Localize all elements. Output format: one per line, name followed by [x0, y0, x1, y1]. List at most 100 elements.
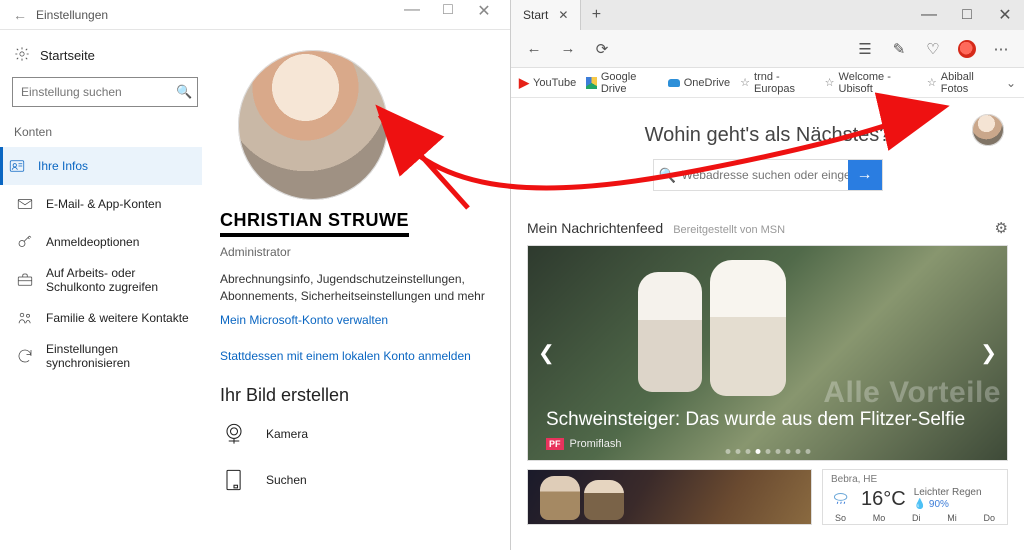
settings-window: ← Einstellungen ― □ ✕ Startseite 🔍 Konte… — [0, 0, 511, 550]
nav-arbeits-schulkonto[interactable]: Auf Arbeits- oder Schulkonto zugreifen — [8, 261, 202, 299]
weather-temp: 16°C — [861, 488, 906, 511]
fav-onedrive[interactable]: OneDrive — [668, 77, 730, 89]
nav-familie-kontakte[interactable]: Familie & weitere Kontakte — [8, 299, 202, 337]
maximize-icon[interactable]: □ — [948, 0, 986, 30]
nav-label: Ihre Infos — [38, 159, 88, 173]
hero-headline: Schweinsteiger: Das wurde aus dem Flitze… — [546, 408, 989, 432]
new-tab-button[interactable]: + — [581, 0, 611, 30]
gear-icon — [14, 46, 30, 65]
drive-icon — [586, 77, 597, 89]
weather-location: Bebra, HE — [831, 474, 999, 485]
star-icon: ☆ — [927, 76, 937, 89]
nav-label: Einstellungen synchronisieren — [46, 342, 194, 370]
feed-subtitle: Bereitgestellt von MSN — [673, 224, 785, 236]
nav-label: Familie & weitere Kontakte — [46, 311, 189, 325]
carousel-next-icon[interactable]: ❯ — [980, 341, 997, 366]
avatar — [238, 50, 388, 200]
omnibox-input[interactable] — [682, 160, 848, 190]
star-icon: ☆ — [825, 76, 835, 89]
edge-toolbar: ← → ⟳ ☰ ✎ ♡ ⋯ — [511, 30, 1024, 68]
fav-google-drive[interactable]: Google Drive — [586, 71, 657, 95]
more-icon[interactable]: ⋯ — [984, 34, 1018, 64]
hub-icon[interactable]: ☰ — [848, 34, 882, 64]
settings-titlebar: ← Einstellungen ― □ ✕ — [0, 0, 510, 30]
feed-header: Mein Nachrichtenfeed Bereitgestellt von … — [527, 219, 1008, 237]
key-icon — [16, 233, 34, 251]
category-label: Konten — [8, 121, 202, 147]
omnibox[interactable]: 🔍 → — [653, 159, 883, 191]
nav-sync[interactable]: Einstellungen synchronisieren — [8, 337, 202, 375]
camera-label: Kamera — [266, 427, 308, 441]
close-icon[interactable]: ✕ — [986, 0, 1024, 30]
star-icon: ☆ — [740, 76, 750, 89]
minimize-icon[interactable]: ― — [394, 1, 430, 29]
edge-content: Wohin geht's als Nächstes? 🔍 → Mein Nach… — [511, 98, 1024, 550]
tab-close-icon[interactable]: ✕ — [558, 8, 568, 22]
weather-tile[interactable]: Bebra, HE 16°C Leichter Regen 💧 90% So M… — [822, 469, 1008, 525]
user-role: Administrator — [220, 245, 490, 259]
hero-bg-text: Alle Vorteile — [823, 376, 1001, 410]
fav-abiball[interactable]: ☆Abiball Fotos — [927, 71, 996, 95]
local-account-link[interactable]: Stattdessen mit einem lokalen Konto anme… — [220, 349, 490, 363]
user-name: CHRISTIAN STRUWE — [220, 210, 409, 237]
edge-tabstrip: Start ✕ + ― □ ✕ — [511, 0, 1024, 30]
go-button[interactable]: → — [848, 160, 882, 190]
maximize-icon[interactable]: □ — [430, 1, 466, 29]
note-icon[interactable]: ✎ — [882, 34, 916, 64]
settings-search[interactable]: 🔍 — [12, 77, 198, 107]
share-icon[interactable]: ♡ — [916, 34, 950, 64]
hero-tile[interactable]: Alle Vorteile ❮ ❯ Schweinsteiger: Das wu… — [527, 245, 1008, 461]
edge-window: Start ✕ + ― □ ✕ ← → ⟳ ☰ ✎ ♡ ⋯ ▶YouTube G… — [511, 0, 1024, 550]
youtube-icon: ▶ — [519, 75, 529, 91]
back-icon[interactable]: ← — [8, 7, 32, 23]
nav-email-konten[interactable]: E-Mail- & App-Konten — [8, 185, 202, 223]
minimize-icon[interactable]: ― — [910, 0, 948, 30]
home-label: Startseite — [40, 48, 95, 63]
briefcase-icon — [16, 271, 34, 289]
rain-icon — [831, 488, 853, 510]
fav-youtube[interactable]: ▶YouTube — [519, 75, 576, 91]
weather-humidity: 90% — [929, 499, 949, 510]
window-title: Einstellungen — [32, 8, 394, 22]
news-tile[interactable] — [527, 469, 812, 525]
settings-detail: CHRISTIAN STRUWE Administrator Abrechnun… — [210, 30, 510, 550]
source-badge: PF — [546, 438, 564, 450]
settings-sidebar: Startseite 🔍 Konten Ihre Infos E-Mail- &… — [0, 30, 210, 550]
fav-ubisoft[interactable]: ☆Welcome - Ubisoft — [825, 71, 917, 95]
browse-option[interactable]: Suchen — [220, 466, 490, 494]
start-prompt: Wohin geht's als Nächstes? — [527, 124, 1008, 147]
carousel-prev-icon[interactable]: ❮ — [538, 341, 555, 366]
refresh-button[interactable]: ⟳ — [585, 34, 619, 64]
mail-icon — [16, 195, 34, 213]
tab-start[interactable]: Start ✕ — [511, 0, 581, 30]
camera-option[interactable]: Kamera — [220, 420, 490, 448]
family-icon — [16, 309, 34, 327]
browse-label: Suchen — [266, 473, 307, 487]
opera-icon[interactable] — [950, 34, 984, 64]
close-icon[interactable]: ✕ — [466, 1, 502, 29]
search-icon: 🔍 — [654, 160, 682, 190]
nav-ihre-infos[interactable]: Ihre Infos — [0, 147, 202, 185]
hero-source: Promiflash — [570, 438, 622, 450]
nav-anmeldeoptionen[interactable]: Anmeldeoptionen — [8, 223, 202, 261]
home-button[interactable]: Startseite — [8, 42, 202, 77]
camera-icon — [220, 420, 248, 448]
weather-cond: Leichter Regen — [914, 487, 982, 499]
nav-label: E-Mail- & App-Konten — [46, 197, 161, 211]
favorites-bar: ▶YouTube Google Drive OneDrive ☆trnd - E… — [511, 68, 1024, 98]
tab-label: Start — [523, 8, 548, 22]
settings-search-input[interactable] — [21, 85, 176, 99]
carousel-dots — [725, 449, 810, 454]
search-icon: 🔍 — [176, 84, 192, 100]
browse-icon — [220, 466, 248, 494]
profile-avatar[interactable] — [972, 114, 1004, 146]
fav-trnd[interactable]: ☆trnd - Europas — [740, 71, 814, 95]
manage-account-link[interactable]: Mein Microsoft-Konto verwalten — [220, 313, 490, 327]
nav-label: Auf Arbeits- oder Schulkonto zugreifen — [46, 266, 194, 294]
billing-desc: Abrechnungsinfo, Jugendschutzeinstellung… — [220, 271, 490, 305]
picture-heading: Ihr Bild erstellen — [220, 385, 490, 406]
back-button[interactable]: ← — [517, 34, 551, 64]
feed-settings-icon[interactable]: ⚙ — [995, 219, 1008, 237]
forward-button[interactable]: → — [551, 34, 585, 64]
fav-overflow-icon[interactable]: ⌄ — [1006, 76, 1016, 90]
